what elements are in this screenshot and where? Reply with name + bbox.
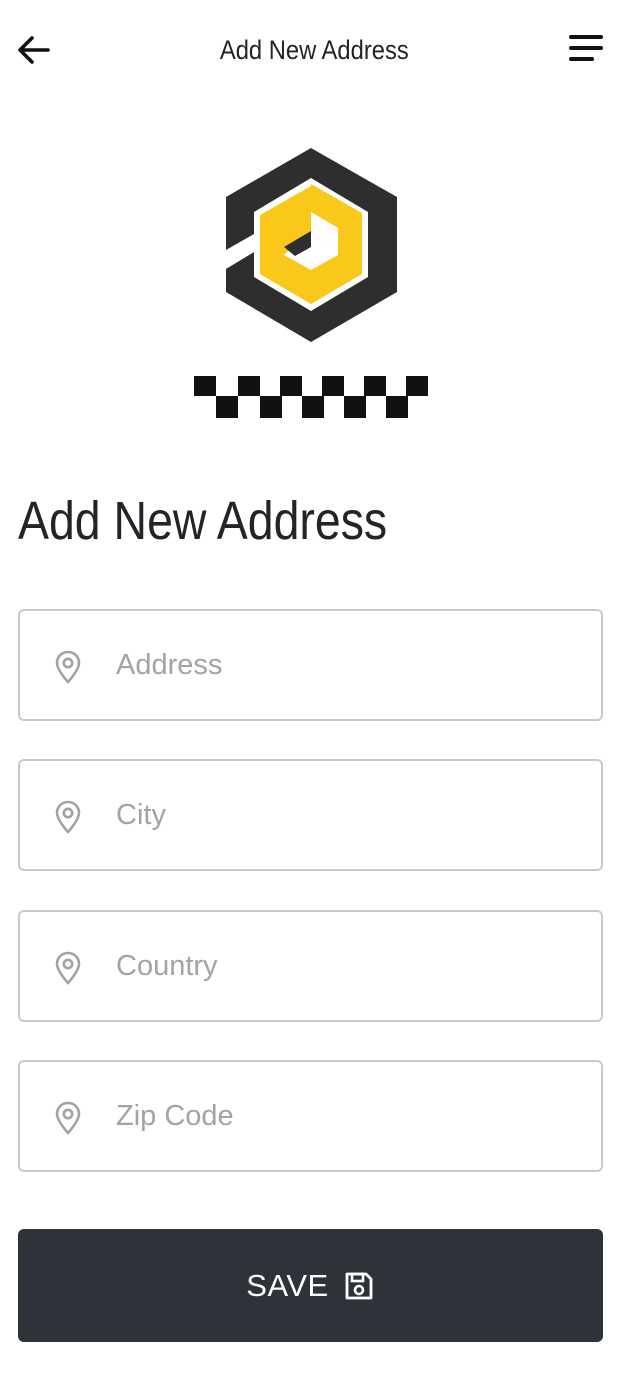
page-title: Add New Address — [18, 491, 388, 551]
address-field[interactable] — [18, 609, 603, 721]
save-button-label: SAVE — [246, 1267, 329, 1303]
location-pin-icon — [55, 1101, 81, 1135]
save-button[interactable]: SAVE — [18, 1229, 603, 1342]
zip-code-input[interactable] — [116, 1062, 586, 1170]
zip-code-field[interactable] — [18, 1060, 603, 1172]
city-input[interactable] — [116, 761, 586, 869]
location-pin-icon — [55, 650, 81, 684]
country-input[interactable] — [116, 912, 586, 1020]
top-app-bar: Add New Address — [0, 0, 630, 100]
header-title: Add New Address — [219, 35, 409, 65]
menu-button[interactable] — [566, 30, 606, 66]
country-field[interactable] — [18, 910, 603, 1022]
location-pin-icon — [55, 951, 81, 985]
brand-logo — [194, 148, 428, 418]
floppy-disk-icon — [345, 1272, 373, 1299]
city-field[interactable] — [18, 759, 603, 871]
menu-lines-icon — [569, 35, 603, 61]
address-input[interactable] — [116, 611, 586, 719]
location-pin-icon — [55, 800, 81, 834]
